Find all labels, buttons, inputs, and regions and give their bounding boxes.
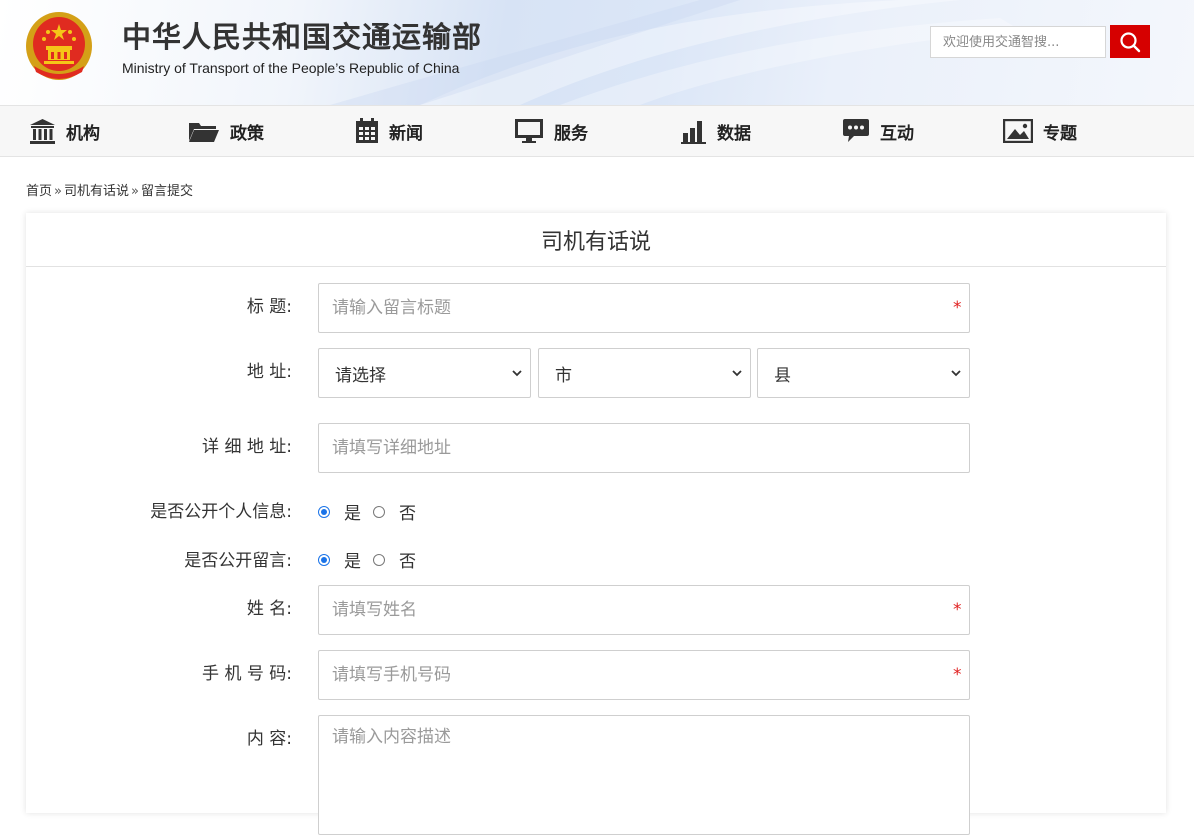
nav-label: 新闻 [389, 123, 423, 144]
name-input[interactable] [318, 585, 970, 635]
radio-label: 否 [399, 504, 416, 524]
radio-label: 否 [399, 552, 416, 572]
public-message-no-radio[interactable] [373, 553, 385, 566]
national-emblem-icon [26, 12, 92, 80]
radio-label: 是 [344, 552, 361, 572]
detail-address-label: 详 细 地 址: [202, 437, 292, 457]
folder-icon [189, 123, 219, 142]
public-info-label: 是否公开个人信息: [150, 502, 292, 522]
chat-icon [843, 119, 869, 142]
city-select[interactable]: 市 [538, 348, 751, 398]
nav-item-news[interactable]: 新闻 [355, 106, 423, 156]
search-icon [1120, 31, 1141, 52]
site-header: 中华人民共和国交通运输部 Ministry of Transport of th… [0, 0, 1194, 105]
nav-label: 服务 [554, 123, 588, 144]
chevron-down-icon [951, 370, 961, 377]
content-label: 内 容: [246, 729, 292, 749]
breadcrumb: 首页» 司机有话说» 留言提交 [26, 180, 193, 199]
chevron-down-icon [732, 370, 742, 377]
title-input[interactable] [318, 283, 970, 333]
nav-item-institution[interactable]: 机构 [29, 106, 100, 156]
nav-label: 专题 [1043, 123, 1077, 144]
nav-label: 数据 [717, 123, 751, 144]
public-info-yes-radio[interactable] [318, 505, 330, 518]
county-select-value: 县 [774, 365, 791, 386]
public-message-yes-radio[interactable] [318, 553, 330, 566]
nav-item-data[interactable]: 数据 [681, 106, 751, 156]
breadcrumb-driver-link[interactable]: 司机有话说 [64, 184, 129, 199]
nav-item-interaction[interactable]: 互动 [842, 106, 914, 156]
detail-address-input[interactable] [318, 423, 970, 473]
public-info-no-radio[interactable] [373, 505, 385, 518]
monitor-icon [515, 119, 543, 143]
radio-label: 是 [344, 504, 361, 524]
content-textarea[interactable] [318, 715, 970, 835]
city-select-value: 市 [555, 365, 572, 386]
breadcrumb-home-link[interactable]: 首页 [26, 184, 52, 199]
calendar-icon [356, 118, 378, 143]
nav-label: 互动 [880, 123, 914, 144]
province-select-value: 请选择 [335, 365, 386, 386]
main-nav: 机构 政策 新闻 服务 数据 互动 专题 [0, 105, 1194, 157]
institution-icon [30, 118, 55, 144]
public-message-radio-group: 是 否 [318, 547, 428, 572]
required-mark: * [953, 298, 962, 318]
province-select[interactable]: 请选择 [318, 348, 531, 398]
required-mark: * [953, 665, 962, 685]
nav-item-topics[interactable]: 专题 [1003, 106, 1077, 156]
form-title: 司机有话说 [26, 213, 1166, 267]
chevron-down-icon [512, 370, 522, 377]
address-label: 地 址: [246, 362, 292, 382]
image-icon [1003, 119, 1033, 143]
public-info-radio-group: 是 否 [318, 499, 428, 524]
name-label: 姓 名: [246, 599, 292, 619]
nav-label: 政策 [230, 123, 264, 144]
search-button[interactable] [1110, 25, 1150, 58]
phone-input[interactable] [318, 650, 970, 700]
nav-item-policy[interactable]: 政策 [188, 106, 264, 156]
required-mark: * [953, 600, 962, 620]
breadcrumb-separator-icon: » [131, 184, 139, 199]
search-input[interactable] [930, 26, 1106, 58]
site-title: 中华人民共和国交通运输部 [122, 20, 483, 54]
county-select[interactable]: 县 [757, 348, 970, 398]
title-label: 标 题: [246, 297, 292, 317]
breadcrumb-current: 留言提交 [140, 184, 193, 199]
message-form-panel: 司机有话说 标 题: * 地 址: 请选择 市 县 详 细 地 址: 是否公开个… [26, 213, 1166, 835]
site-subtitle: Ministry of Transport of the People’s Re… [122, 60, 460, 76]
nav-item-service[interactable]: 服务 [514, 106, 588, 156]
breadcrumb-separator-icon: » [54, 184, 62, 199]
phone-label: 手 机 号 码: [202, 664, 292, 684]
nav-label: 机构 [66, 123, 100, 144]
public-message-label: 是否公开留言: [184, 551, 292, 571]
bar-chart-icon [681, 121, 706, 144]
